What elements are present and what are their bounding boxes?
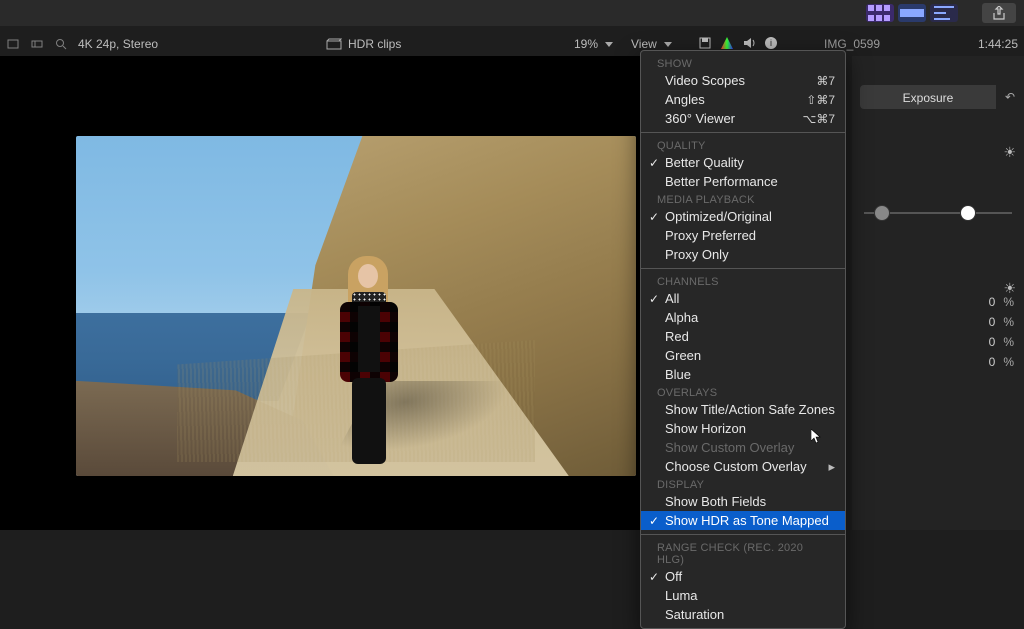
image-person [322, 252, 412, 472]
viewer-panel [0, 56, 640, 530]
zoom-dropdown[interactable]: 19% [574, 37, 613, 51]
menu-section-display: DISPLAY [641, 476, 845, 492]
menu-item-better-quality[interactable]: ✓Better Quality [641, 153, 845, 172]
param-row-0: 0% [852, 292, 1024, 312]
menu-section-media: MEDIA PLAYBACK [641, 191, 845, 207]
menu-item-proxy-only[interactable]: Proxy Only [641, 245, 845, 264]
menu-item-range-off[interactable]: ✓Off [641, 567, 845, 586]
timecode: 1:44:25 [978, 37, 1018, 51]
layout-pill-1[interactable] [866, 4, 894, 22]
viewer-canvas[interactable] [76, 136, 636, 476]
param-row-3: 0% [852, 352, 1024, 372]
viewer-info-row: 4K 24p, Stereo HDR clips 19% View i IMG_… [0, 32, 1024, 56]
menu-item-better-perf[interactable]: Better Performance [641, 172, 845, 191]
exposure-slider-area: ☀︎ ☀︎ [852, 142, 1024, 292]
cursor-icon [811, 429, 823, 445]
menu-section-channels: CHANNELS [641, 273, 845, 289]
menu-item-video-scopes[interactable]: Video Scopes⌘7 [641, 71, 845, 90]
clapboard-icon [326, 38, 342, 50]
library-icon[interactable] [6, 37, 20, 51]
share-button[interactable] [982, 3, 1016, 23]
shadows-icon: ☀︎ [1003, 280, 1016, 297]
clip-name: IMG_0599 [824, 37, 880, 51]
menu-item-blue[interactable]: Blue [641, 365, 845, 384]
menu-item-red[interactable]: Red [641, 327, 845, 346]
param-rows: 0% 0% 0% 0% [852, 292, 1024, 372]
search-icon[interactable] [54, 37, 68, 51]
menu-item-both-fields[interactable]: Show Both Fields [641, 492, 845, 511]
menu-item-choose-custom-overlay[interactable]: Choose Custom Overlay▸ [641, 457, 845, 476]
menu-item-green[interactable]: Green [641, 346, 845, 365]
slider-knob-shadows[interactable] [874, 205, 890, 221]
menu-section-overlays: OVERLAYS [641, 384, 845, 400]
menu-section-quality: QUALITY [641, 137, 845, 153]
menu-item-hdr-tone-mapped[interactable]: ✓Show HDR as Tone Mapped [641, 511, 845, 530]
view-dropdown[interactable]: View [631, 37, 672, 51]
menu-section-show: SHOW [641, 55, 845, 71]
highlights-icon: ☀︎ [1003, 144, 1016, 161]
param-row-2: 0% [852, 332, 1024, 352]
workspace-switcher[interactable] [866, 4, 958, 22]
event-label[interactable]: HDR clips [326, 37, 401, 51]
menu-item-proxy-pref[interactable]: Proxy Preferred [641, 226, 845, 245]
menu-item-all[interactable]: ✓All [641, 289, 845, 308]
svg-text:i: i [770, 38, 772, 48]
reset-button[interactable]: ↶ [996, 90, 1024, 104]
menu-item-angles[interactable]: Angles⇧⌘7 [641, 90, 845, 109]
format-label: 4K 24p, Stereo [78, 37, 158, 51]
slider-knob-highlights[interactable] [960, 205, 976, 221]
menu-item-alpha[interactable]: Alpha [641, 308, 845, 327]
menu-item-range-luma[interactable]: Luma [641, 586, 845, 605]
inspector-tabs: Exposure ↶ [852, 80, 1024, 114]
menu-item-range-saturation[interactable]: Saturation [641, 605, 845, 624]
menu-section-range: RANGE CHECK (Rec. 2020 HLG) [641, 539, 845, 567]
param-row-1: 0% [852, 312, 1024, 332]
view-menu[interactable]: SHOW Video Scopes⌘7 Angles⇧⌘7 360° Viewe… [640, 50, 846, 629]
menu-item-optimized[interactable]: ✓Optimized/Original [641, 207, 845, 226]
menu-item-360[interactable]: 360° Viewer⌥⌘7 [641, 109, 845, 128]
layout-pill-2[interactable] [898, 4, 926, 22]
layout-pill-3[interactable] [930, 4, 958, 22]
app-topbar [0, 0, 1024, 26]
filmstrip-icon[interactable] [30, 37, 44, 51]
tab-exposure[interactable]: Exposure [860, 85, 996, 109]
menu-item-safe-zones[interactable]: Show Title/Action Safe Zones [641, 400, 845, 419]
inspector-panel: Exposure ↶ ☀︎ ☀︎ 0% 0% 0% 0% [852, 56, 1024, 530]
